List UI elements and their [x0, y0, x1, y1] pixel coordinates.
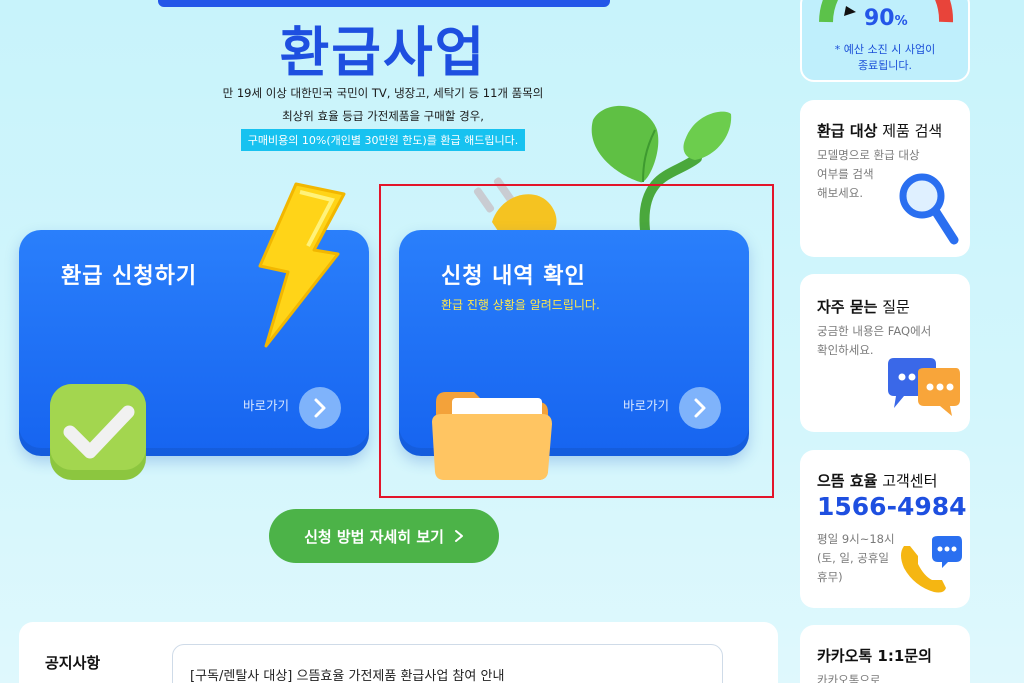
hero-description-line1: 만 19세 이상 대한민국 국민이 TV, 냉장고, 세탁기 등 11개 품목의: [222, 86, 544, 100]
chevron-right-icon[interactable]: [299, 387, 341, 429]
side-desc-line: 확인하세요.: [817, 343, 874, 357]
budget-note-line1: * 예산 소진 시 사업이: [834, 43, 936, 56]
notice-list: [구독/렌탈사 대상] 으뜸효율 가전제품 환급사업 참여 안내: [172, 644, 723, 683]
notice-item[interactable]: [구독/렌탈사 대상] 으뜸효율 가전제품 환급사업 참여 안내: [190, 665, 504, 683]
search-icon: [899, 173, 959, 245]
budget-gauge-card: 90% * 예산 소진 시 사업이 종료됩니다.: [800, 0, 970, 82]
side-title: 으뜸 효율 고객센터: [817, 472, 938, 490]
highlight-frame: [379, 184, 774, 498]
side-desc-line: 궁금한 내용은 FAQ에서: [817, 324, 932, 338]
page-title: 환급사업: [279, 21, 487, 84]
lightning-icon: [258, 182, 346, 348]
top-banner-bar: [158, 0, 610, 7]
side-title: 자주 묻는 질문: [817, 298, 910, 316]
budget-unit: %: [894, 14, 908, 29]
kakao-inquiry-card[interactable]: 카카오톡 1:1문의 카카오톡으로: [800, 625, 970, 683]
notice-title: 공지사항: [45, 654, 101, 672]
hero-highlight: 구매비용의 10%(개인별 30만원 한도)를 환급 해드립니다.: [240, 129, 526, 151]
side-desc-line: 휴무): [817, 570, 843, 584]
phone-icon: [901, 536, 962, 593]
go-link-label[interactable]: 바로가기: [243, 395, 289, 414]
side-desc-line: 해보세요.: [817, 186, 863, 200]
side-desc-line: 여부를 검색: [817, 167, 874, 181]
side-desc-line: 카카오톡으로: [817, 673, 881, 683]
side-title: 환급 대상 제품 검색: [817, 122, 943, 140]
hero-description-line2: 최상위 효율 등급 가전제품을 구매할 경우,: [282, 109, 484, 123]
product-search-card[interactable]: 환급 대상 제품 검색 모델명으로 환급 대상 여부를 검색 해보세요.: [800, 100, 970, 257]
side-desc-line: 모델명으로 환급 대상: [817, 148, 920, 162]
side-title: 카카오톡 1:1문의: [817, 647, 932, 665]
side-desc-line: 평일 9시~18시: [817, 532, 895, 546]
notice-panel: 공지사항 [구독/렌탈사 대상] 으뜸효율 가전제품 환급사업 참여 안내: [19, 622, 778, 683]
card-title: 환급 신청하기: [61, 264, 198, 289]
customer-center-card[interactable]: 으뜸 효율 고객센터 1566-4984 평일 9시~18시 (토, 일, 공휴…: [800, 450, 970, 608]
faq-card[interactable]: 자주 묻는 질문 궁금한 내용은 FAQ에서 확인하세요.: [800, 274, 970, 432]
cta-label: 신청 방법 자세히 보기: [304, 527, 444, 546]
chevron-right-icon: [454, 530, 463, 542]
hero-highlight-wrap: 구매비용의 10%(개인별 30만원 한도)를 환급 해드립니다.: [150, 129, 616, 151]
how-to-apply-button[interactable]: 신청 방법 자세히 보기: [269, 509, 499, 563]
phone-number[interactable]: 1566-4984: [817, 492, 967, 521]
checkmark-icon: [50, 384, 146, 480]
side-desc-line: (토, 일, 공휴일: [817, 551, 890, 565]
budget-value: 90%: [864, 6, 908, 31]
chat-bubbles-icon: [888, 358, 960, 416]
budget-note-line2: 종료됩니다.: [857, 59, 913, 72]
